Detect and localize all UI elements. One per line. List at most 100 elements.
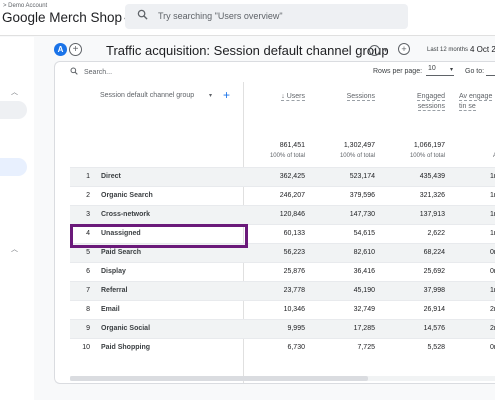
- engaged-sessions-value: 321,326: [419, 192, 445, 199]
- search-placeholder: Try searching "Users overview": [158, 11, 283, 21]
- date-range-value[interactable]: 4 Oct 2: [470, 45, 495, 54]
- avg-engagement-value: 1m: [490, 173, 495, 180]
- sessions-value: 32,749: [353, 306, 375, 313]
- row-index: 5: [86, 249, 90, 256]
- chevron-down-icon[interactable]: ▾: [384, 47, 387, 54]
- row-index: 9: [86, 325, 90, 332]
- engaged-sessions-value: 68,224: [423, 249, 445, 256]
- avg-engagement-value: 1m: [490, 287, 495, 294]
- table-row[interactable]: 6 Display 25,876 36,416 25,692 0m: [70, 262, 495, 281]
- chevron-up-icon[interactable]: ︿: [11, 87, 18, 97]
- table-row[interactable]: 1 Direct 362,425 523,174 435,439 1m: [70, 167, 495, 186]
- row-index: 8: [86, 306, 90, 313]
- account-switcher[interactable]: Google Merch Shop▾: [2, 10, 128, 25]
- users-value: 120,846: [279, 211, 305, 218]
- add-comparison-icon[interactable]: +: [69, 43, 82, 56]
- total-sessions: 1,302,497: [343, 142, 375, 149]
- engaged-sessions-value: 25,692: [423, 268, 445, 275]
- engaged-sessions-value: 2,622: [427, 230, 445, 237]
- total-users-pct: 100% of total: [269, 153, 305, 159]
- column-header-avg-engagement-time[interactable]: Av engage tin se: [459, 92, 495, 112]
- sessions-value: 147,730: [349, 211, 375, 218]
- avatar[interactable]: A: [54, 43, 67, 56]
- channel-name: Organic Social: [101, 325, 151, 332]
- avg-engagement-value: 0m: [490, 249, 495, 256]
- sessions-value: 17,285: [353, 325, 375, 332]
- sessions-value: 36,416: [353, 268, 375, 275]
- chevron-down-icon: ▾: [449, 67, 453, 73]
- search-input[interactable]: Try searching "Users overview": [125, 4, 408, 29]
- column-header-users[interactable]: ↓ Users: [251, 92, 305, 102]
- users-value: 10,346: [283, 306, 305, 313]
- avg-engagement-value: 2m: [490, 306, 495, 313]
- users-value: 60,133: [283, 230, 305, 237]
- table-search-input[interactable]: Search...: [84, 69, 112, 76]
- highlight-box: [70, 224, 248, 248]
- channel-name: Paid Shopping: [101, 344, 150, 351]
- chevron-up-icon[interactable]: ︿: [11, 244, 18, 254]
- total-users: 861,451: [279, 142, 305, 149]
- users-value: 9,995: [287, 325, 305, 332]
- account-name: Google Merch Shop: [2, 10, 123, 25]
- sessions-value: 7,725: [357, 344, 375, 351]
- table-row[interactable]: 3 Cross-network 120,846 147,730 137,913 1m: [70, 205, 495, 224]
- sessions-value: 82,610: [353, 249, 375, 256]
- table-row[interactable]: 2 Organic Search 246,207 379,596 321,326 1m: [70, 186, 495, 205]
- users-value: 23,778: [283, 287, 305, 294]
- engaged-sessions-value: 137,913: [419, 211, 445, 218]
- row-index: 3: [86, 211, 90, 218]
- add-dimension-icon[interactable]: +: [223, 88, 230, 102]
- engaged-sessions-value: 14,576: [423, 325, 445, 332]
- avg-engagement-value: 0m: [490, 344, 495, 351]
- date-range-label[interactable]: Last 12 months: [427, 47, 468, 53]
- sessions-value: 45,190: [353, 287, 375, 294]
- search-icon: [137, 9, 148, 23]
- dimension-header[interactable]: Session default channel group: [100, 92, 194, 99]
- sessions-value: 379,596: [349, 192, 375, 199]
- channel-name: Paid Search: [101, 249, 142, 256]
- row-index: 7: [86, 287, 90, 294]
- sessions-value: 523,174: [349, 173, 375, 180]
- row-index: 6: [86, 268, 90, 275]
- avg-engagement-value: 0m: [490, 268, 495, 275]
- rows-per-page-label: Rows per page:: [373, 68, 423, 75]
- report-table-card: Search... Rows per page: 10 ▾ Go to: Ses…: [54, 61, 495, 384]
- channel-name: Email: [101, 306, 120, 313]
- goto-label: Go to:: [465, 68, 485, 75]
- row-index: 1: [86, 173, 90, 180]
- goto-page-input[interactable]: [486, 65, 495, 76]
- channel-name: Referral: [101, 287, 128, 294]
- sessions-value: 54,615: [353, 230, 375, 237]
- avg-engagement-value: 2m: [490, 325, 495, 332]
- sidebar-item-selected[interactable]: [0, 158, 27, 176]
- engaged-sessions-value: 435,439: [419, 173, 445, 180]
- rows-per-page-value: 10: [428, 65, 436, 72]
- search-icon: [70, 67, 78, 77]
- users-value: 246,207: [279, 192, 305, 199]
- sidebar-item[interactable]: [0, 101, 27, 119]
- column-header-engaged-sessions[interactable]: Engaged sessions: [391, 92, 445, 112]
- table-row[interactable]: 10 Paid Shopping 6,730 7,725 5,528 0m: [70, 338, 495, 357]
- breadcrumb[interactable]: > Demo Account: [3, 3, 47, 9]
- rows-per-page-select[interactable]: 10 ▾: [426, 65, 454, 76]
- page-title: Traffic acquisition: Session default cha…: [106, 43, 389, 58]
- top-header: > Demo Account Google Merch Shop▾ Try se…: [0, 0, 495, 36]
- engaged-sessions-value: 26,914: [423, 306, 445, 313]
- engaged-sessions-value: 5,528: [427, 344, 445, 351]
- channel-name: Organic Search: [101, 192, 153, 199]
- table-row[interactable]: 8 Email 10,346 32,749 26,914 2m: [70, 300, 495, 319]
- chevron-down-icon[interactable]: ▾: [209, 92, 212, 99]
- scrollbar-thumb[interactable]: [70, 376, 368, 381]
- table-row[interactable]: 7 Referral 23,778 45,190 37,998 1m: [70, 281, 495, 300]
- add-icon[interactable]: +: [398, 43, 410, 55]
- left-sidebar: ︿ ︿: [0, 37, 34, 400]
- table-row[interactable]: 9 Organic Social 9,995 17,285 14,576 2m: [70, 319, 495, 338]
- users-value: 6,730: [287, 344, 305, 351]
- avg-engagement-value: 1m: [490, 192, 495, 199]
- check-circle-icon[interactable]: ✓: [369, 45, 380, 56]
- channel-name: Cross-network: [101, 211, 151, 218]
- column-header-sessions[interactable]: Sessions: [321, 92, 375, 102]
- engaged-sessions-value: 37,998: [423, 287, 445, 294]
- total-sessions-pct: 100% of total: [339, 153, 375, 159]
- channel-name: Direct: [101, 173, 121, 180]
